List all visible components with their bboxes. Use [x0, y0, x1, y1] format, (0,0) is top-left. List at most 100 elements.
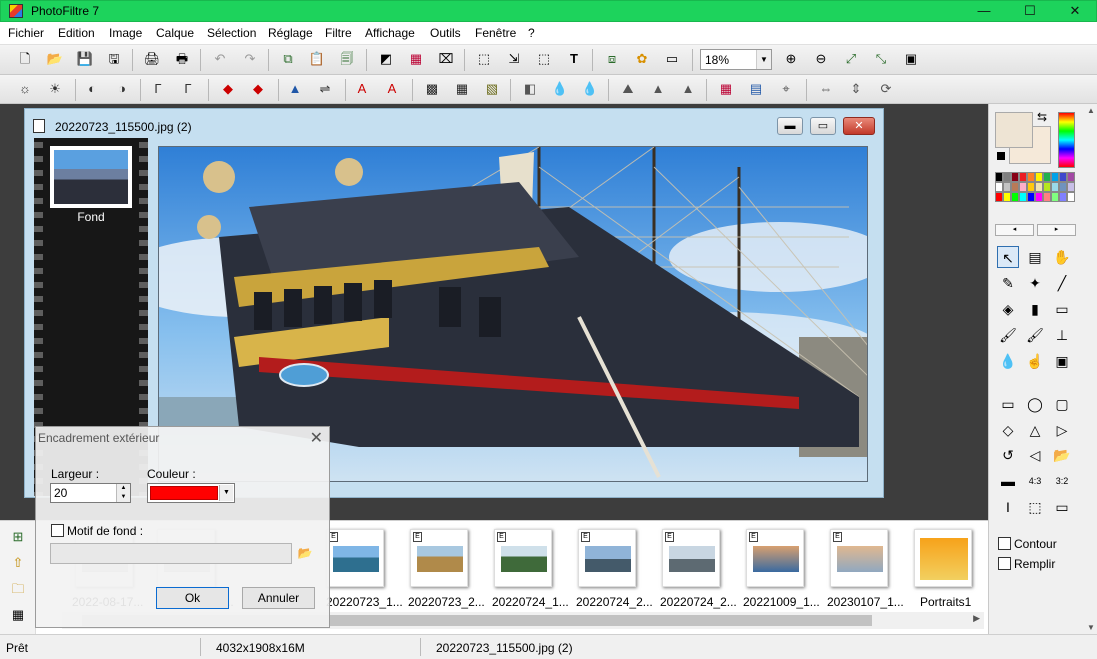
frame-color-picker[interactable]: ▼: [147, 483, 235, 503]
fullscreen-icon[interactable]: ▣: [901, 49, 921, 69]
menu-calque[interactable]: Calque: [156, 26, 194, 40]
palette-swatch[interactable]: [1043, 182, 1051, 192]
scroll-right-icon[interactable]: ▶: [973, 613, 980, 624]
transform-selection-icon[interactable]: ⬚: [1024, 496, 1046, 518]
palette-swatch[interactable]: [1051, 182, 1059, 192]
cancel-button[interactable]: Annuler: [242, 587, 315, 609]
tools-panel-scrollbar[interactable]: ▲ ▼: [1085, 104, 1097, 634]
print-icon[interactable]: 🖨: [142, 49, 162, 69]
select-all-icon[interactable]: ⬚: [534, 49, 554, 69]
document-minimize-button[interactable]: ▬: [777, 117, 803, 135]
palette-swatch[interactable]: [1019, 192, 1027, 202]
thumbnail[interactable]: E: [410, 529, 468, 587]
gamma-up-icon[interactable]: Γ: [178, 79, 198, 99]
zoom-in-icon[interactable]: ⊕: [781, 49, 801, 69]
thumbnail[interactable]: E: [578, 529, 636, 587]
auto-contrast-icon[interactable]: A: [382, 79, 402, 99]
rounded-rect-shape-icon[interactable]: ▢: [1051, 393, 1073, 415]
emboss-icon[interactable]: ⛰: [618, 79, 638, 99]
polygon-icon[interactable]: ◁: [1024, 444, 1046, 466]
document-restore-button[interactable]: ▭: [810, 117, 836, 135]
document-close-button[interactable]: ✕: [843, 117, 875, 135]
palette-swatch[interactable]: [1019, 182, 1027, 192]
palette-swatch[interactable]: [1059, 172, 1067, 182]
paste-icon[interactable]: 📋: [307, 49, 327, 69]
new-icon[interactable]: 🗋: [15, 49, 35, 69]
palette-swatch[interactable]: [1003, 172, 1011, 182]
minimize-button[interactable]: —: [961, 1, 1007, 22]
spin-up-icon[interactable]: ▲: [116, 484, 130, 493]
palette-swatch[interactable]: [1027, 182, 1035, 192]
fill-checkbox[interactable]: [998, 557, 1011, 570]
drop-strong-icon[interactable]: 💧: [580, 79, 600, 99]
redo-icon[interactable]: ↷: [240, 49, 260, 69]
ellipse-shape-icon[interactable]: ◯: [1024, 393, 1046, 415]
thumbnail[interactable]: E: [746, 529, 804, 587]
lasso-icon[interactable]: ↺: [997, 444, 1019, 466]
fill-bucket-icon[interactable]: ◈: [997, 298, 1019, 320]
rectangle-shape-icon[interactable]: ▭: [997, 393, 1019, 415]
thumbnail[interactable]: E: [662, 529, 720, 587]
zoom-select[interactable]: 18% ▼: [700, 49, 772, 70]
pattern-checkbox[interactable]: [51, 524, 64, 537]
palette-swatch[interactable]: [1059, 182, 1067, 192]
palette-swatch[interactable]: [1067, 172, 1075, 182]
blur-drop-icon[interactable]: 💧: [997, 350, 1019, 372]
triangle-right-shape-icon[interactable]: ▷: [1051, 419, 1073, 441]
palette-swatch[interactable]: [1011, 172, 1019, 182]
advanced-brush-icon[interactable]: 🖌: [1024, 324, 1046, 346]
zoom-fit-icon[interactable]: ⤢: [841, 49, 861, 69]
window-selection-icon[interactable]: ▭: [1051, 496, 1073, 518]
thumbnail[interactable]: E: [494, 529, 552, 587]
line-tool-icon[interactable]: ╱: [1051, 272, 1073, 294]
transparency-icon[interactable]: ⌧: [436, 49, 456, 69]
palette-swatch[interactable]: [1027, 192, 1035, 202]
ok-button[interactable]: Ok: [156, 587, 229, 609]
palette-next-button[interactable]: ▸: [1037, 224, 1076, 236]
chevron-down-icon[interactable]: ▼: [756, 50, 771, 69]
color-palette-icon[interactable]: ▦: [716, 79, 736, 99]
menu-reglage[interactable]: Réglage: [268, 26, 313, 40]
menu-help[interactable]: ?: [528, 26, 535, 40]
open-icon[interactable]: 📂: [45, 49, 65, 69]
flip-v-icon[interactable]: ⇕: [846, 79, 866, 99]
saturation-down-icon[interactable]: ◆: [218, 79, 238, 99]
plugins-icon[interactable]: ✿: [632, 49, 652, 69]
pattern-path-input[interactable]: [50, 543, 292, 564]
menu-affichage[interactable]: Affichage: [365, 26, 415, 40]
text-icon[interactable]: T: [564, 49, 584, 69]
layer-manager-icon[interactable]: ▤: [1024, 246, 1046, 268]
copy-icon[interactable]: ⧉: [278, 49, 298, 69]
palette-swatch[interactable]: [1019, 172, 1027, 182]
save-icon[interactable]: 💾: [75, 49, 95, 69]
palette-swatch[interactable]: [1011, 182, 1019, 192]
scroll-up-icon[interactable]: ▲: [1087, 106, 1095, 115]
resize-icon[interactable]: ⇲: [504, 49, 524, 69]
layer-thumbnail[interactable]: [50, 146, 132, 208]
ratio-43-icon[interactable]: 4:3: [1024, 470, 1046, 492]
spray-icon[interactable]: ▮: [1024, 298, 1046, 320]
menu-outils[interactable]: Outils: [430, 26, 461, 40]
palette-swatch[interactable]: [1067, 182, 1075, 192]
color-selector[interactable]: ⇆: [995, 110, 1055, 168]
palette-swatch[interactable]: [1027, 172, 1035, 182]
sharpen-icon[interactable]: ▲: [648, 79, 668, 99]
swap-colors-icon[interactable]: ⇆: [1037, 110, 1047, 124]
mosaic-icon[interactable]: ▩: [422, 79, 442, 99]
palette-swatch[interactable]: [995, 172, 1003, 182]
balance-icon[interactable]: ⇌: [315, 79, 335, 99]
palette-swatch[interactable]: [1035, 172, 1043, 182]
folder-icon[interactable]: 🗀: [8, 579, 28, 599]
brush-icon[interactable]: 🖌: [997, 324, 1019, 346]
width-stepper[interactable]: 20 ▲ ▼: [50, 483, 131, 503]
menu-filtre[interactable]: Filtre: [325, 26, 352, 40]
thumbnails-icon[interactable]: ▦: [8, 605, 28, 625]
eraser-icon[interactable]: ▭: [1051, 298, 1073, 320]
palette-swatch[interactable]: [995, 182, 1003, 192]
clone-stamp-icon[interactable]: ⊥: [1051, 324, 1073, 346]
foreground-color-swatch[interactable]: [995, 112, 1033, 148]
zoom-actual-icon[interactable]: ⤡: [871, 49, 891, 69]
rotate-icon[interactable]: ⟳: [876, 79, 896, 99]
flip-h-icon[interactable]: ⇔: [816, 79, 836, 99]
layers-icon[interactable]: ⧈: [602, 49, 622, 69]
